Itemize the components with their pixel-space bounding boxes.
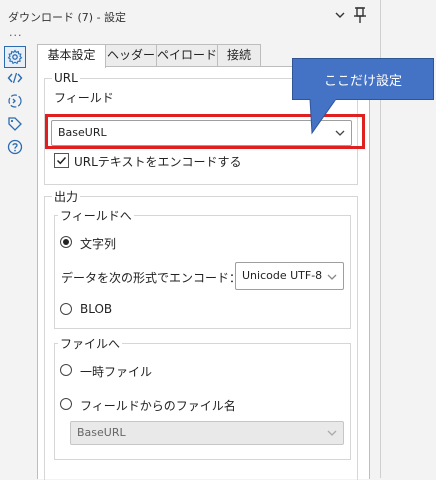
checkmark-icon [56, 156, 67, 165]
tab-basic-settings[interactable]: 基本設定 [37, 44, 106, 68]
encoding-label: データを次の形式でエンコード： [61, 271, 242, 285]
tab-headers[interactable]: ヘッダー [105, 44, 157, 66]
window-titlebar: ダウンロード (7) - 設定 [0, 0, 380, 32]
string-radio[interactable] [60, 236, 72, 248]
to-file-title: ファイルへ [58, 335, 123, 352]
filename-field-select[interactable]: BaseURL [70, 421, 344, 445]
encode-url-label: URLテキストをエンコードする [74, 155, 242, 169]
blob-radio[interactable] [60, 303, 72, 315]
help-icon[interactable] [5, 137, 25, 157]
code-icon[interactable] [5, 68, 25, 88]
tag-icon[interactable] [5, 114, 25, 134]
chevron-down-icon [327, 430, 337, 436]
chevron-down-icon [327, 274, 337, 280]
encoding-value: Unicode UTF-8 [242, 269, 323, 282]
encode-url-checkbox[interactable] [54, 153, 69, 168]
callout-text: ここだけ設定 [323, 73, 402, 89]
callout-pointer [309, 99, 337, 135]
temp-file-label: 一時ファイル [80, 365, 153, 379]
window-title: ダウンロード (7) - 設定 [8, 11, 127, 24]
encoding-select[interactable]: Unicode UTF-8 [235, 262, 344, 290]
string-label: 文字列 [80, 237, 117, 251]
tab-connection[interactable]: 接続 [217, 44, 261, 66]
url-group-title: URL [52, 71, 80, 85]
output-group-title: 出力 [52, 188, 81, 205]
temp-file-radio[interactable] [60, 364, 72, 376]
field-label: フィールド [54, 91, 114, 105]
to-field-title: フィールドへ [58, 207, 134, 224]
blob-label: BLOB [80, 302, 113, 316]
overflow-dots[interactable]: ... [9, 27, 23, 38]
filename-from-field-radio[interactable] [60, 398, 72, 410]
filename-from-field-label: フィールドからのファイル名 [80, 399, 236, 413]
pin-icon[interactable] [352, 6, 368, 24]
tab-payload[interactable]: ペイロード [156, 44, 218, 66]
transform-icon[interactable] [5, 91, 25, 111]
callout-annotation: ここだけ設定 [292, 58, 434, 100]
collapse-chevron-icon[interactable] [333, 8, 347, 22]
filename-field-value: BaseURL [77, 426, 126, 439]
gear-icon[interactable] [4, 46, 26, 68]
